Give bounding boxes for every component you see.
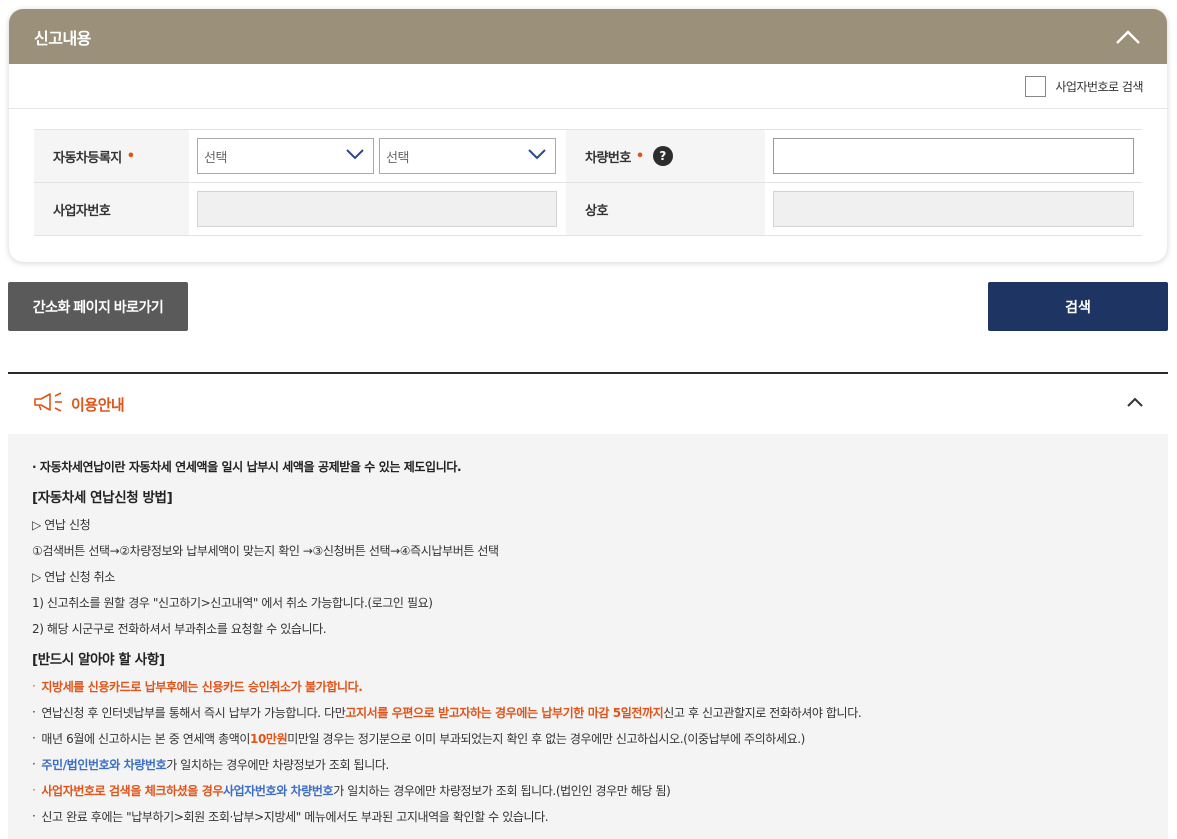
region-select-1[interactable]: 선택: [197, 138, 374, 174]
chevron-up-icon[interactable]: [1115, 24, 1141, 50]
company-label: 상호: [566, 183, 765, 235]
biz-number-label: 사업자번호: [34, 183, 189, 235]
guide-body: · 자동차세연납이란 자동차세 연세액을 일시 납부시 세액을 공제받을 수 있…: [8, 434, 1168, 839]
required-mark: •: [126, 148, 135, 164]
report-card-title: 신고내용: [34, 28, 91, 48]
guide-text: 2) 해당 시군구로 전화하셔서 부과취소를 요청할 수 있습니다.: [32, 621, 327, 636]
guide-section-notice: [반드시 알아야 할 사항]: [32, 652, 165, 668]
guide-title: 이용안내: [71, 395, 125, 414]
simplified-page-button[interactable]: 간소화 페이지 바로가기: [8, 282, 188, 331]
report-card: 신고내용 사업자번호로 검색 자동차등록지 • 선택 선택 차량번호 • ? 사…: [9, 9, 1167, 262]
biz-search-label[interactable]: 사업자번호로 검색: [1055, 78, 1143, 95]
company-input: [773, 191, 1134, 227]
region-select-2[interactable]: 선택: [379, 138, 556, 174]
search-button[interactable]: 검색: [988, 282, 1168, 331]
guide-intro: · 자동차세연납이란 자동차세 연세액을 일시 납부시 세액을 공제받을 수 있…: [32, 459, 462, 474]
biz-search-checkbox[interactable]: [1025, 75, 1047, 97]
guide-text: ①검색버튼 선택→②차량정보와 납부세액이 맞는지 확인 →③신청버튼 선택→④…: [32, 543, 499, 558]
chevron-down-icon: [345, 148, 365, 164]
guide-notice-item: · 주민/법인번호와 차량번호 가 일치하는 경우에만 차량정보가 조회 됩니다.: [32, 757, 389, 772]
help-icon[interactable]: ?: [652, 146, 673, 166]
chevron-up-icon[interactable]: [1126, 396, 1144, 412]
megaphone-icon: [33, 392, 65, 416]
biz-search-option: 사업자번호로 검색: [9, 64, 1167, 109]
usage-guide: 이용안내 · 자동차세연납이란 자동차세 연세액을 일시 납부시 세액을 공제받…: [8, 372, 1168, 839]
guide-notice-item: · 사업자번호로 검색을 체크하셨을 경우 사업자번호와 차량번호 가 일치하는 …: [32, 783, 671, 798]
guide-notice-item: · 지방세를 신용카드로 납부후에는 신용카드 승인취소가 불가합니다.: [32, 679, 363, 694]
report-form-table: 자동차등록지 • 선택 선택 차량번호 • ? 사업자번호 상호: [34, 129, 1142, 236]
form-row-biz: 사업자번호 상호: [34, 183, 1142, 236]
company-cell: [765, 183, 1142, 235]
guide-text: ▷ 연납 신청 취소: [32, 569, 115, 584]
guide-text: ▷ 연납 신청: [32, 517, 91, 532]
guide-notice-item: · 매년 6월에 신고하시는 본 중 연세액 총액이 10만원 미만일 경우는 …: [32, 731, 805, 746]
guide-text: 1) 신고취소를 원할 경우 "신고하기>신고내역" 에서 취소 가능합니다.(…: [32, 595, 433, 610]
form-row-car: 자동차등록지 • 선택 선택 차량번호 • ?: [34, 130, 1142, 183]
guide-section-method: [자동차세 연납신청 방법]: [32, 490, 173, 506]
guide-notice-item: · 연납신청 후 인터넷납부를 통해서 즉시 납부가 가능합니다. 다만 고지서…: [32, 705, 862, 720]
guide-notice-item: · 신고 완료 후에는 "납부하기>회원 조회·납부>지방세" 메뉴에서도 부과…: [32, 809, 549, 824]
car-registry-label: 자동차등록지 •: [34, 130, 189, 182]
car-number-cell: [765, 130, 1142, 182]
car-number-label: 차량번호 • ?: [566, 130, 765, 182]
report-card-header[interactable]: 신고내용: [9, 9, 1167, 64]
guide-header[interactable]: 이용안내: [8, 374, 1168, 434]
car-registry-selects: 선택 선택: [189, 130, 566, 182]
biz-number-cell: [189, 183, 566, 235]
required-mark: •: [635, 148, 644, 164]
car-number-input[interactable]: [773, 138, 1134, 174]
biz-number-input: [197, 191, 557, 227]
chevron-down-icon: [527, 148, 547, 164]
